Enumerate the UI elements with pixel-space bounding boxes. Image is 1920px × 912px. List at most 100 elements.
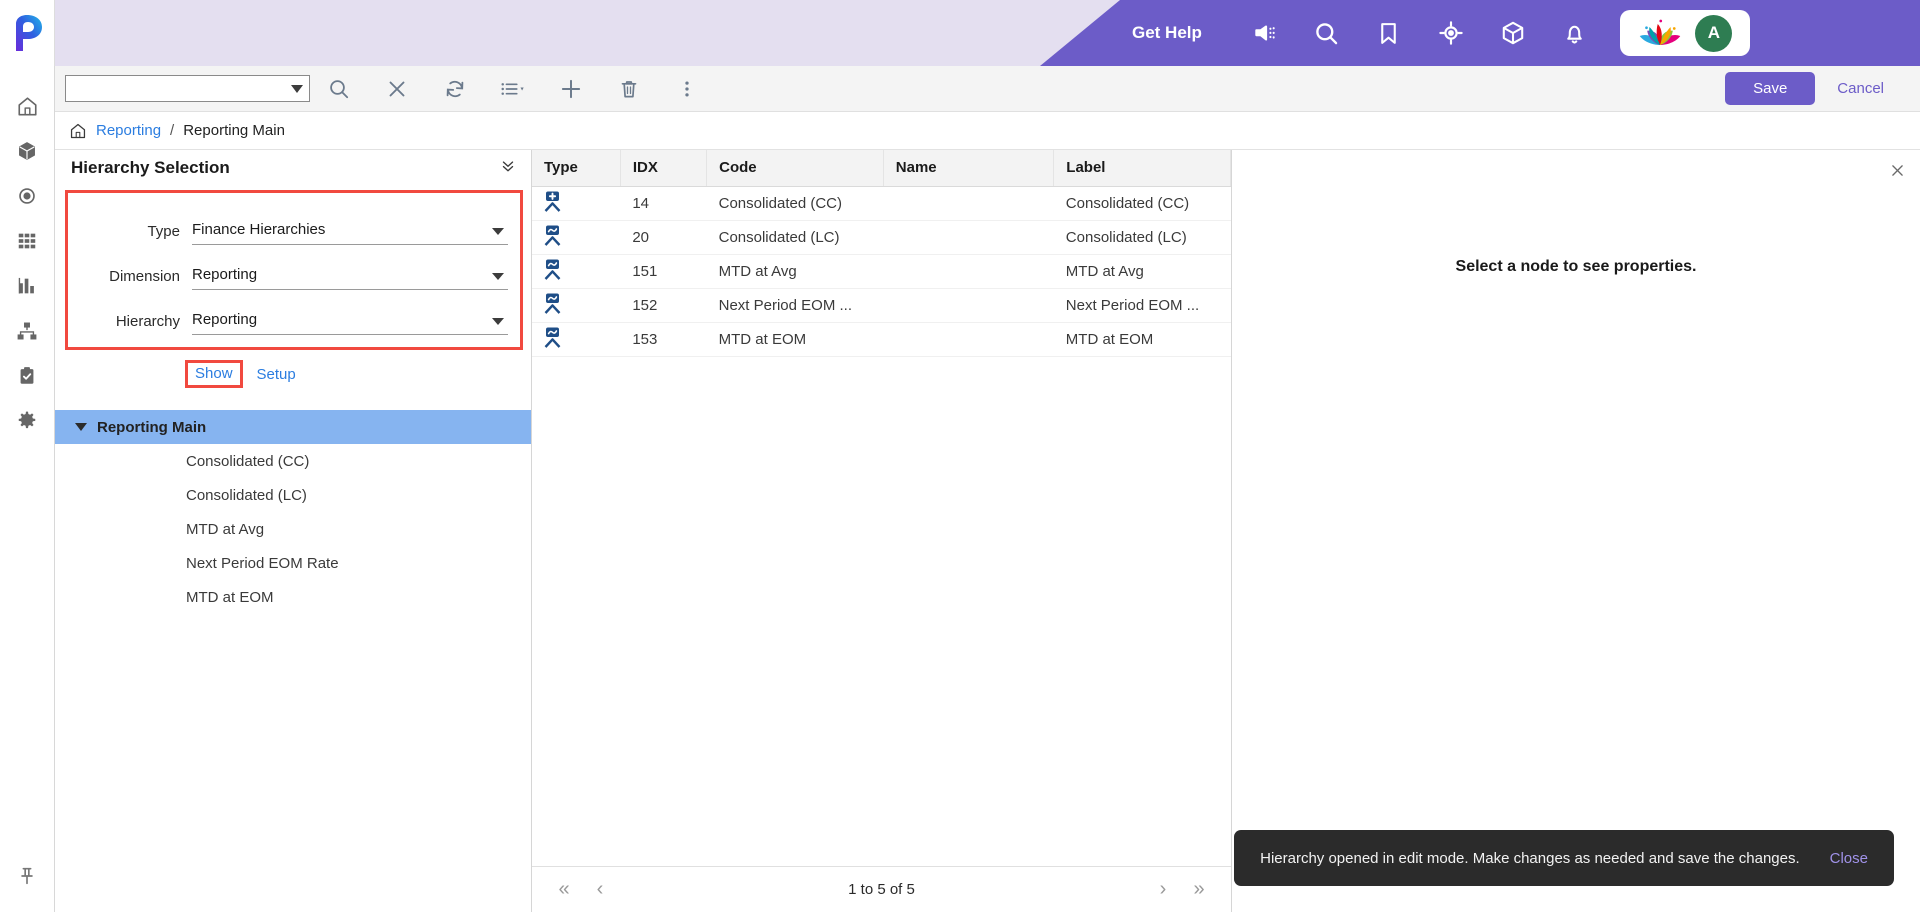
nodes-table: Type IDX Code Name Label 14 Consolidated… bbox=[532, 150, 1231, 357]
cancel-button[interactable]: Cancel bbox=[1815, 72, 1906, 105]
table-row[interactable]: 14 Consolidated (CC) Consolidated (CC) bbox=[532, 186, 1231, 221]
target-icon[interactable] bbox=[1420, 0, 1482, 66]
tree-node[interactable]: MTD at EOM bbox=[55, 580, 531, 614]
grid-empty-space bbox=[532, 357, 1231, 867]
chevron-double-down-icon[interactable] bbox=[499, 157, 517, 180]
home-icon[interactable] bbox=[5, 84, 49, 128]
node-calc-icon bbox=[544, 259, 561, 280]
cell-name bbox=[883, 254, 1054, 289]
field-dimension-value: Reporting bbox=[192, 266, 258, 283]
table-row[interactable]: 20 Consolidated (LC) Consolidated (LC) bbox=[532, 220, 1231, 255]
clipboard-check-icon[interactable] bbox=[5, 354, 49, 398]
column-header-type[interactable]: Type bbox=[532, 150, 621, 187]
cell-code: MTD at Avg bbox=[706, 254, 884, 289]
search-input[interactable] bbox=[65, 75, 310, 102]
toast-close-button[interactable]: Close bbox=[1830, 850, 1868, 867]
hierarchy-icon[interactable] bbox=[5, 309, 49, 353]
cell-code: MTD at EOM bbox=[706, 322, 884, 357]
bar-chart-icon[interactable] bbox=[5, 264, 49, 308]
field-hierarchy-value: Reporting bbox=[192, 311, 258, 328]
gear-icon[interactable] bbox=[5, 399, 49, 443]
cube-icon[interactable] bbox=[5, 129, 49, 173]
table-row[interactable]: 151 MTD at Avg MTD at Avg bbox=[532, 254, 1231, 289]
previous-page-button[interactable]: ‹ bbox=[582, 872, 618, 908]
properties-empty-message: Select a node to see properties. bbox=[1455, 258, 1697, 275]
node-calc-icon bbox=[544, 293, 561, 314]
field-dimension-label: Dimension bbox=[109, 268, 180, 285]
cell-label: Consolidated (CC) bbox=[1053, 186, 1231, 221]
tree-node[interactable]: Next Period EOM Rate bbox=[55, 546, 531, 580]
column-header-name[interactable]: Name bbox=[883, 150, 1055, 187]
close-icon[interactable] bbox=[1889, 162, 1906, 183]
action-toolbar: Save Cancel bbox=[55, 66, 1920, 112]
triangle-down-icon[interactable] bbox=[75, 423, 87, 431]
target-icon[interactable] bbox=[5, 174, 49, 218]
chevron-down-icon[interactable] bbox=[291, 84, 303, 93]
selection-fields-group: Type Finance Hierarchies Dimension Repor… bbox=[65, 190, 523, 350]
column-header-code[interactable]: Code bbox=[706, 150, 884, 187]
toast-notification: Hierarchy opened in edit mode. Make chan… bbox=[1234, 830, 1894, 886]
table-row[interactable]: 152 Next Period EOM ... Next Period EOM … bbox=[532, 288, 1231, 323]
search-button[interactable] bbox=[310, 66, 368, 112]
last-page-button[interactable]: » bbox=[1181, 872, 1217, 908]
refresh-button[interactable] bbox=[426, 66, 484, 112]
field-type-select[interactable]: Finance Hierarchies bbox=[192, 221, 508, 245]
setup-link[interactable]: Setup bbox=[249, 361, 304, 388]
grid-icon[interactable] bbox=[5, 219, 49, 263]
bookmark-icon[interactable] bbox=[1358, 0, 1420, 66]
save-button[interactable]: Save bbox=[1725, 72, 1816, 105]
field-dimension-select[interactable]: Reporting bbox=[192, 266, 508, 290]
tree-node[interactable]: MTD at Avg bbox=[55, 512, 531, 546]
home-icon[interactable] bbox=[69, 122, 87, 140]
tree-node-label: Consolidated (LC) bbox=[186, 486, 307, 504]
column-header-label[interactable]: Label bbox=[1053, 150, 1231, 187]
list-view-button[interactable] bbox=[484, 66, 542, 112]
node-calc-icon bbox=[544, 327, 561, 348]
clear-button[interactable] bbox=[368, 66, 426, 112]
column-header-idx[interactable]: IDX bbox=[620, 150, 708, 187]
cell-type bbox=[532, 254, 621, 289]
get-help-link[interactable]: Get Help bbox=[1132, 23, 1202, 43]
next-page-button[interactable]: › bbox=[1145, 872, 1181, 908]
tree-node[interactable]: Consolidated (LC) bbox=[55, 478, 531, 512]
first-page-button[interactable]: « bbox=[546, 872, 582, 908]
search-icon[interactable] bbox=[1296, 0, 1358, 66]
cell-idx: 153 bbox=[620, 322, 707, 357]
pagination-status: 1 to 5 of 5 bbox=[848, 881, 915, 898]
cell-label: MTD at Avg bbox=[1053, 254, 1231, 289]
cell-label: MTD at EOM bbox=[1053, 322, 1231, 357]
breadcrumb-parent[interactable]: Reporting bbox=[96, 122, 161, 139]
delete-button[interactable] bbox=[600, 66, 658, 112]
cell-code: Consolidated (LC) bbox=[706, 220, 884, 255]
kebab-menu-icon bbox=[685, 80, 689, 97]
node-add-icon bbox=[544, 191, 561, 212]
selection-actions: Show Setup bbox=[55, 350, 531, 388]
cell-label: Next Period EOM ... bbox=[1053, 288, 1231, 323]
node-calc-icon bbox=[544, 225, 561, 246]
cell-name bbox=[883, 288, 1054, 323]
app-logo[interactable] bbox=[0, 0, 55, 66]
more-options-button[interactable] bbox=[658, 66, 716, 112]
pushpin-icon[interactable] bbox=[5, 854, 49, 898]
field-dimension: Dimension Reporting bbox=[74, 245, 508, 290]
cell-name bbox=[883, 220, 1054, 255]
table-row[interactable]: 153 MTD at EOM MTD at EOM bbox=[532, 322, 1231, 357]
field-type-label: Type bbox=[147, 223, 180, 240]
megaphone-icon[interactable] bbox=[1234, 0, 1296, 66]
breadcrumb-separator: / bbox=[170, 122, 175, 139]
panel-header: Hierarchy Selection bbox=[55, 150, 531, 186]
bell-icon[interactable] bbox=[1544, 0, 1606, 66]
lotus-logo-icon bbox=[1640, 19, 1681, 45]
nodes-grid-panel: Type IDX Code Name Label 14 Consolidated… bbox=[532, 150, 1232, 912]
field-hierarchy-select[interactable]: Reporting bbox=[192, 311, 508, 335]
app-header: Get Help A bbox=[0, 0, 1920, 66]
grid-pagination: « ‹ 1 to 5 of 5 › » bbox=[532, 866, 1231, 912]
search-icon bbox=[330, 79, 349, 98]
list-icon bbox=[501, 82, 524, 95]
user-menu[interactable]: A bbox=[1619, 10, 1750, 56]
cube-icon[interactable] bbox=[1482, 0, 1544, 66]
show-button[interactable]: Show bbox=[195, 365, 233, 382]
tree-node[interactable]: Consolidated (CC) bbox=[55, 444, 531, 478]
tree-node-root[interactable]: Reporting Main bbox=[55, 410, 531, 444]
add-button[interactable] bbox=[542, 66, 600, 112]
